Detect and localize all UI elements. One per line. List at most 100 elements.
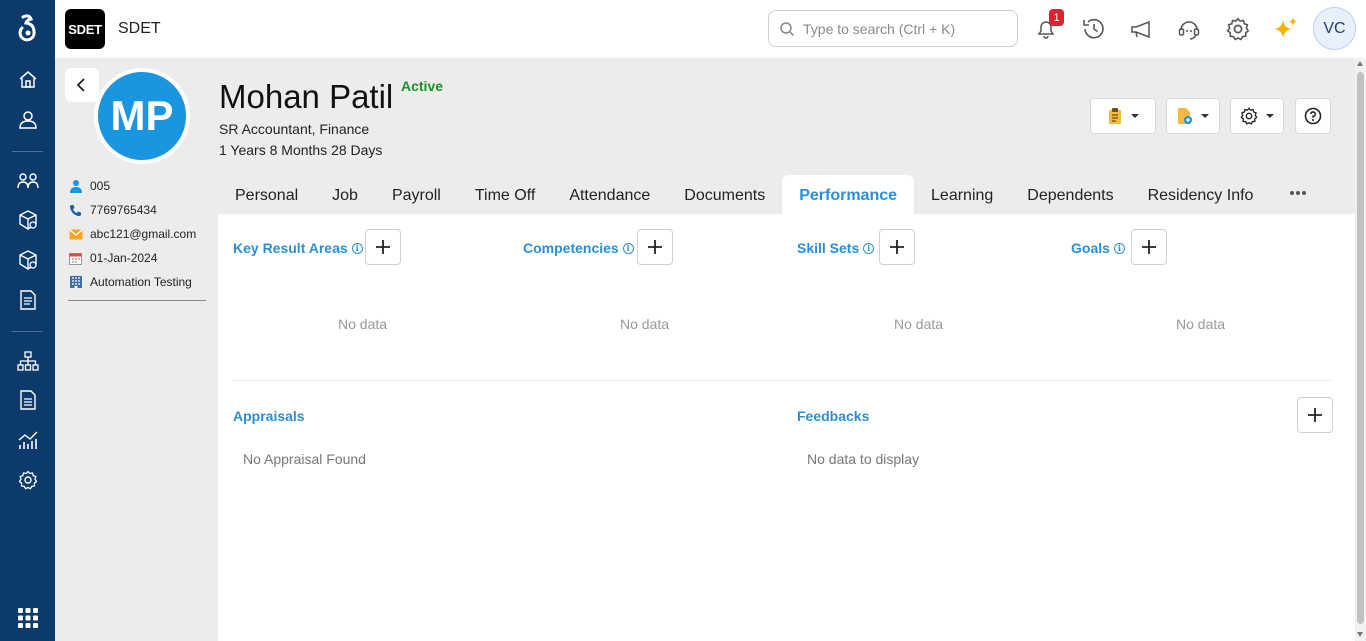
- feedbacks-section-title: Feedbacks: [797, 408, 870, 424]
- scrollbar-thumb[interactable]: [1357, 72, 1364, 624]
- profile-tabs: Personal Job Payroll Time Off Attendance…: [218, 175, 1270, 214]
- feedbacks-empty-text: No data to display: [807, 451, 920, 467]
- info-icon[interactable]: i: [622, 242, 634, 254]
- ai-assistant-button[interactable]: [1270, 13, 1302, 45]
- box-settings-icon[interactable]: [14, 206, 42, 234]
- plus-icon: [376, 240, 390, 254]
- employee-id-row: 005: [68, 177, 110, 195]
- add-feedback-button[interactable]: [1297, 397, 1333, 433]
- tab-personal[interactable]: Personal: [218, 175, 315, 214]
- employee-status: Active: [401, 78, 444, 94]
- tab-documents[interactable]: Documents: [667, 175, 782, 214]
- kra-empty-text: No data: [338, 316, 388, 332]
- add-goal-button[interactable]: [1131, 229, 1167, 265]
- announcements-button[interactable]: [1126, 13, 1158, 45]
- notification-badge: 1: [1049, 9, 1064, 26]
- tab-attendance[interactable]: Attendance: [552, 175, 667, 214]
- tab-performance[interactable]: Performance: [782, 175, 915, 214]
- employee-icon[interactable]: [14, 106, 42, 134]
- add-kra-button[interactable]: [365, 229, 401, 265]
- headset-icon: [1178, 21, 1200, 40]
- person-icon: [68, 179, 83, 194]
- notifications-button[interactable]: 1: [1030, 9, 1064, 45]
- history-button[interactable]: [1078, 13, 1110, 45]
- back-button[interactable]: [65, 68, 99, 102]
- phone-row: 7769765434: [68, 201, 157, 219]
- skillsets-title-text: Skill Sets: [797, 240, 860, 256]
- support-button[interactable]: [1173, 13, 1205, 45]
- gear-icon: [1226, 17, 1250, 41]
- search-icon: [780, 21, 795, 36]
- document-add-icon: [1178, 108, 1192, 124]
- info-icon[interactable]: i: [1113, 242, 1125, 254]
- page-scrollbar[interactable]: [1355, 58, 1366, 641]
- user-avatar[interactable]: VC: [1313, 7, 1356, 50]
- more-tabs-button[interactable]: [1287, 183, 1309, 203]
- info-icon[interactable]: i: [351, 242, 363, 254]
- add-competency-button[interactable]: [637, 229, 673, 265]
- department-row: Automation Testing: [68, 273, 192, 291]
- history-icon: [1083, 18, 1104, 39]
- nav-separator: [12, 151, 43, 152]
- tab-time-off[interactable]: Time Off: [458, 175, 552, 214]
- employee-name: Mohan Patil: [219, 78, 394, 115]
- info-icon[interactable]: i: [863, 242, 875, 254]
- tab-learning[interactable]: Learning: [914, 175, 1010, 214]
- settings-icon[interactable]: [14, 466, 42, 494]
- help-button[interactable]: [1295, 98, 1331, 134]
- app-title: SDET: [118, 20, 161, 37]
- competencies-title-text: Competencies: [523, 240, 619, 256]
- sparkle-icon: [1274, 17, 1297, 38]
- settings-button[interactable]: [1222, 13, 1254, 45]
- skillsets-empty-text: No data: [894, 316, 944, 332]
- org-chart-icon[interactable]: [14, 347, 42, 375]
- tab-payroll[interactable]: Payroll: [375, 175, 458, 214]
- kra-section-title: Key Result Areas i: [233, 240, 363, 256]
- appraisals-section-title: Appraisals: [233, 408, 305, 424]
- performance-panel: Key Result Areas i No data Competencies …: [218, 214, 1355, 641]
- more-horizontal-icon: [1290, 191, 1306, 195]
- section-divider: [232, 380, 1332, 381]
- top-bar: SDET SDET 1 VC: [55, 0, 1366, 58]
- brand-logo-icon[interactable]: [14, 14, 42, 42]
- scroll-up-arrow-icon[interactable]: [1357, 61, 1363, 66]
- search-box[interactable]: [768, 10, 1018, 47]
- add-skillset-button[interactable]: [879, 229, 915, 265]
- document-dropdown-button[interactable]: [1166, 98, 1220, 134]
- clipboard-icon: [1109, 108, 1121, 124]
- employee-role: SR Accountant, Finance: [219, 121, 370, 137]
- building-icon: [68, 275, 83, 290]
- scroll-down-arrow-icon[interactable]: [1357, 632, 1363, 637]
- settings-dropdown-button[interactable]: [1230, 98, 1284, 134]
- employee-email: abc121@gmail.com: [90, 227, 197, 241]
- app-logo[interactable]: SDET: [65, 9, 105, 49]
- gear-icon: [1240, 107, 1258, 125]
- goals-section-title: Goals i: [1071, 240, 1125, 256]
- employee-department: Automation Testing: [90, 275, 192, 289]
- competencies-empty-text: No data: [620, 316, 670, 332]
- skillsets-section-title: Skill Sets i: [797, 240, 875, 256]
- app-grid-icon[interactable]: [14, 604, 42, 632]
- employee-avatar: MP: [94, 68, 190, 164]
- search-input[interactable]: [803, 20, 1003, 37]
- clipboard-dropdown-button[interactable]: [1090, 98, 1156, 134]
- report-icon[interactable]: [14, 386, 42, 414]
- employee-phone: 7769765434: [90, 203, 157, 217]
- box-clock-icon[interactable]: [14, 246, 42, 274]
- tab-dependents[interactable]: Dependents: [1010, 175, 1130, 214]
- home-icon[interactable]: [14, 66, 42, 94]
- chevron-left-icon: [76, 78, 85, 92]
- phone-icon: [68, 203, 83, 218]
- tab-job[interactable]: Job: [315, 175, 375, 214]
- chevron-down-icon: [1131, 114, 1139, 118]
- team-icon[interactable]: [14, 167, 42, 195]
- help-icon: [1304, 107, 1322, 125]
- analytics-icon[interactable]: [14, 426, 42, 454]
- document-icon[interactable]: [14, 286, 42, 314]
- kra-title-text: Key Result Areas: [233, 240, 348, 256]
- competencies-section-title: Competencies i: [523, 240, 634, 256]
- employee-tenure: 1 Years 8 Months 28 Days: [219, 142, 383, 158]
- tab-residency-info[interactable]: Residency Info: [1131, 175, 1271, 214]
- mail-icon: [68, 227, 83, 242]
- left-navigation: [0, 0, 55, 641]
